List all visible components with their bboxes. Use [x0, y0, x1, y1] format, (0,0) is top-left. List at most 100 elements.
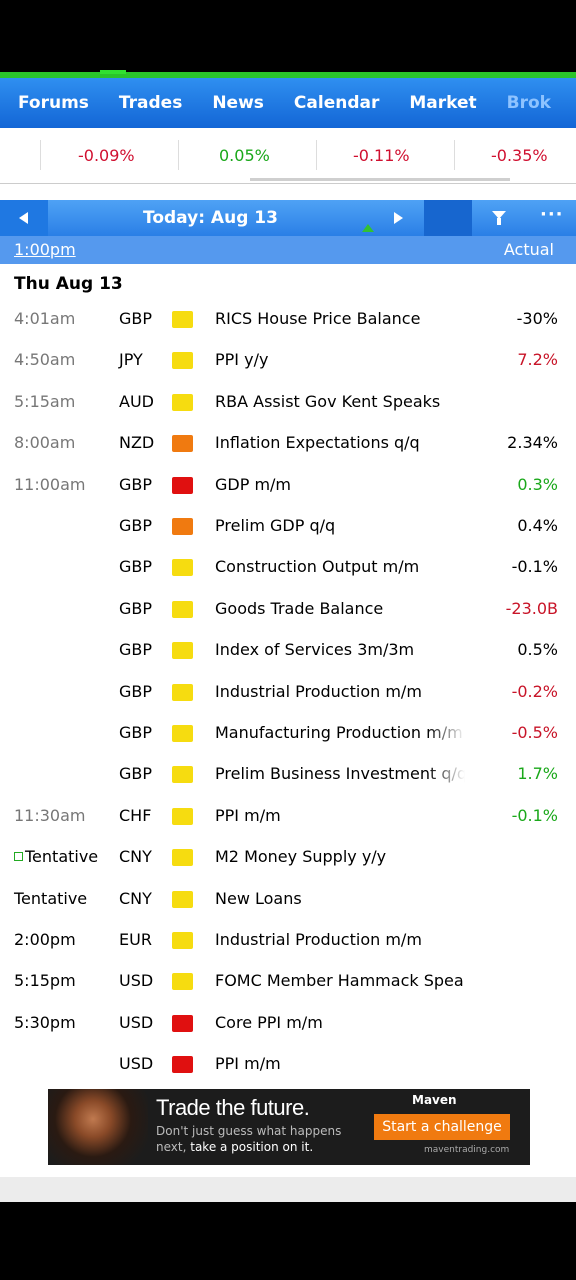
event-time: 8:00am	[14, 433, 75, 452]
spacer	[0, 184, 576, 200]
event-time-label: 11:30am	[14, 805, 86, 825]
current-time-link[interactable]: 1:00pm	[14, 240, 76, 259]
ticker-value[interactable]: 0.05%	[219, 146, 270, 165]
event-time: Tentative	[14, 847, 98, 866]
event-row[interactable]: GBP Manufacturing Production m/m -0.5%	[0, 713, 576, 754]
event-time-label: 5:30pm	[14, 1012, 76, 1032]
event-row[interactable]: USD PPI m/m	[0, 1044, 576, 1085]
event-row[interactable]: 4:50am JPY PPI y/y 7.2%	[0, 340, 576, 381]
event-row[interactable]: 5:30pm USD Core PPI m/m	[0, 1003, 576, 1044]
ad-title: Trade the future.	[156, 1095, 310, 1120]
ad-cta-button[interactable]: Start a challenge	[374, 1114, 510, 1140]
next-day-button[interactable]	[394, 212, 403, 224]
current-position-marker-icon	[362, 224, 374, 232]
date-title[interactable]: Today: Aug 13	[143, 208, 278, 228]
event-currency: NZD	[119, 433, 155, 453]
event-row[interactable]: 4:01am GBP RICS House Price Balance -30%	[0, 299, 576, 340]
event-time: 4:50am	[14, 350, 75, 369]
event-title: Core PPI m/m	[215, 1012, 323, 1032]
event-actual: 1.7%	[517, 764, 558, 784]
impact-folder-icon	[172, 932, 193, 949]
event-time-label: 4:01am	[14, 309, 76, 328]
event-row[interactable]: GBP Construction Output m/m -0.1%	[0, 547, 576, 588]
previous-day-button[interactable]	[0, 200, 48, 236]
event-time-label: 5:15am	[14, 391, 76, 411]
event-currency: GBP	[119, 723, 153, 742]
impact-folder-icon	[172, 393, 193, 411]
advertisement-banner[interactable]: Trade the future. Don't just guess what …	[48, 1089, 530, 1165]
event-currency: CNY	[119, 888, 152, 908]
impact-folder-icon	[172, 518, 193, 535]
ad-subtitle: Don't just guess what happens	[156, 1124, 342, 1138]
event-row[interactable]: 5:15am AUD RBA Assist Gov Kent Speaks	[0, 382, 576, 423]
event-time: 2:00pm	[14, 930, 76, 949]
event-title: Manufacturing Production m/m	[215, 723, 463, 742]
event-title: Index of Services 3m/3m	[215, 640, 415, 660]
event-row[interactable]: GBP Index of Services 3m/3m 0.5%	[0, 630, 576, 671]
ad-brand-logo: Maven	[412, 1093, 457, 1107]
nav-item-forums[interactable]: Forums	[0, 93, 97, 113]
event-currency: AUD	[119, 391, 154, 411]
arrow-left-icon	[19, 212, 28, 224]
ticker-scrollbar[interactable]	[250, 178, 510, 181]
event-row[interactable]: 5:15pm USD FOMC Member Hammack Speaks	[0, 961, 576, 1002]
event-row[interactable]: Tentative CNY New Loans	[0, 879, 576, 920]
event-title: New Loans	[215, 888, 302, 908]
market-ticker-strip[interactable]: -0.09% 0.05% -0.11% -0.35%	[0, 128, 576, 184]
impact-folder-icon	[172, 683, 193, 701]
event-title: FOMC Member Hammack Speaks	[215, 971, 465, 991]
event-row[interactable]: 2:00pm EUR Industrial Production m/m	[0, 920, 576, 961]
event-title: PPI m/m	[215, 805, 281, 825]
impact-folder-icon	[172, 890, 193, 908]
event-currency: GBP	[119, 516, 153, 535]
event-currency: GBP	[119, 764, 153, 784]
nav-item-trades[interactable]: Trades	[111, 93, 190, 113]
event-time: 5:30pm	[14, 1013, 76, 1032]
event-title: RBA Assist Gov Kent Speaks	[215, 391, 441, 411]
nav-item-market[interactable]: Market	[401, 93, 484, 113]
impact-folder-icon	[172, 600, 193, 618]
more-options-icon[interactable]: ···	[540, 204, 564, 225]
impact-folder-icon	[172, 849, 193, 867]
event-row[interactable]: GBP Goods Trade Balance -23.0B	[0, 589, 576, 630]
impact-folder-icon	[172, 1056, 193, 1074]
ad-subtitle-2: next, take a position on it.	[156, 1140, 313, 1154]
current-time-bar: 1:00pm Actual	[0, 236, 576, 264]
event-time: Tentative	[14, 889, 87, 908]
calendar-list: Thu Aug 13 Trade the future. Don't just …	[0, 264, 576, 1202]
event-actual: 0.4%	[517, 516, 558, 535]
event-row[interactable]: GBP Prelim Business Investment q/q 1.7%	[0, 754, 576, 795]
event-row[interactable]: GBP Prelim GDP q/q 0.4%	[0, 506, 576, 547]
event-currency: GBP	[119, 474, 153, 494]
nav-item-brok[interactable]: Brok	[499, 93, 559, 113]
ticker-value[interactable]: -0.35%	[491, 146, 548, 165]
bottom-spacer	[0, 1177, 576, 1202]
event-title: Prelim GDP q/q	[215, 516, 336, 535]
event-title: Goods Trade Balance	[215, 598, 384, 618]
event-row[interactable]: 8:00am NZD Inflation Expectations q/q 2.34%	[0, 423, 576, 464]
event-title: Inflation Expectations q/q	[215, 433, 420, 453]
event-row[interactable]: GBP Industrial Production m/m -0.2%	[0, 672, 576, 713]
ticker-value[interactable]: -0.11%	[353, 146, 410, 165]
event-currency: GBP	[119, 598, 153, 618]
event-actual: -23.0B	[505, 598, 558, 618]
calendar-view-button[interactable]	[424, 200, 472, 236]
filter-icon[interactable]	[492, 211, 506, 225]
event-row[interactable]: Tentative CNY M2 Money Supply y/y	[0, 837, 576, 878]
ticker-value[interactable]: -0.09%	[78, 146, 135, 165]
event-time: 11:30am	[14, 806, 86, 825]
ad-url: maventrading.com	[424, 1145, 510, 1155]
event-time: 5:15am	[14, 392, 75, 411]
nav-item-news[interactable]: News	[204, 93, 272, 113]
day-header: Thu Aug 13	[14, 274, 123, 294]
event-title: PPI m/m	[215, 1054, 281, 1074]
event-currency: CNY	[119, 847, 152, 867]
impact-folder-icon	[172, 973, 193, 991]
event-row[interactable]: 11:30am CHF PPI m/m -0.1%	[0, 796, 576, 837]
impact-folder-icon	[172, 352, 193, 370]
event-actual: -0.5%	[511, 723, 558, 742]
event-currency: CHF	[119, 805, 152, 825]
event-actual: 2.34%	[507, 433, 558, 453]
nav-item-calendar[interactable]: Calendar	[286, 93, 387, 113]
event-row[interactable]: 11:00am GBP GDP m/m 0.3%	[0, 465, 576, 506]
